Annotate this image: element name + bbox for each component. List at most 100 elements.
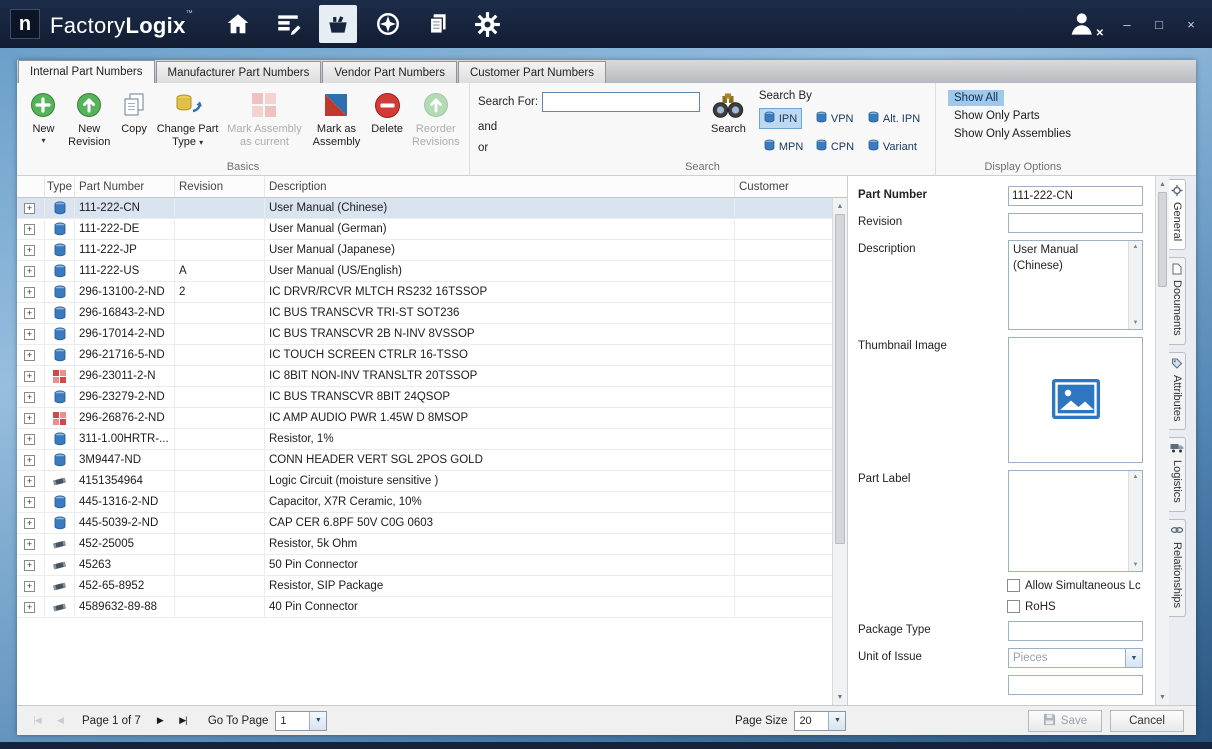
search-by-variant[interactable]: Variant [863,136,922,157]
search-by-ipn[interactable]: IPN [759,108,802,129]
table-row[interactable]: +111-222-CNUser Manual (Chinese) [17,198,832,219]
description-scrollbar[interactable]: ▲▼ [1128,241,1142,329]
reorder-revisions-button[interactable]: Reorder Revisions [409,87,463,157]
checkbox-box[interactable] [1007,600,1020,613]
table-row[interactable]: +111-222-USAUser Manual (US/English) [17,261,832,282]
part-number-column-header[interactable]: Part Number [75,176,175,197]
home-icon[interactable] [219,5,257,43]
tab-vendor-part-numbers[interactable]: Vendor Part Numbers [322,61,457,83]
row-expand-button[interactable]: + [17,408,45,428]
table-row[interactable]: +296-26876-2-NDIC AMP AUDIO PWR 1.45W D … [17,408,832,429]
table-row[interactable]: +311-1.00HRTR-...Resistor, 1% [17,429,832,450]
first-page-button[interactable]: |◀ [27,711,47,731]
dropdown-arrow-icon[interactable]: ▼ [1125,649,1142,667]
search-by-cpn[interactable]: CPN [811,136,859,157]
row-expand-button[interactable]: + [17,555,45,575]
delete-button[interactable]: Delete [368,87,407,157]
description-column-header[interactable]: Description [265,176,735,197]
maximize-button[interactable]: □ [1152,17,1166,32]
revision-column-header[interactable]: Revision [175,176,265,197]
settings-gear-icon[interactable] [469,5,507,43]
copy-button[interactable]: Copy [117,87,152,157]
row-expand-button[interactable]: + [17,324,45,344]
customer-column-header[interactable]: Customer [735,176,832,197]
table-row[interactable]: +296-13100-2-ND2IC DRVR/RCVR MLTCH RS232… [17,282,832,303]
side-tab-documents[interactable]: Documents [1169,257,1186,345]
row-expand-button[interactable]: + [17,513,45,533]
thumbnail-image-box[interactable] [1008,337,1143,463]
row-expand-button[interactable]: + [17,387,45,407]
new-revision-button[interactable]: New Revision [64,87,115,157]
side-tab-logistics[interactable]: Logistics [1169,437,1186,512]
row-expand-button[interactable]: + [17,597,45,617]
mark-assembly-current-button[interactable]: Mark Assembly as current [224,87,306,157]
table-row[interactable]: +452-65-8952Resistor, SIP Package [17,576,832,597]
part-label-textarea[interactable]: ▲▼ [1008,470,1143,572]
save-button[interactable]: Save [1028,710,1102,732]
mark-as-assembly-button[interactable]: Mark as Assembly [307,87,365,157]
documents-icon[interactable] [419,5,457,43]
panel-scroll-thumb[interactable] [1158,192,1167,287]
unit-of-issue-select[interactable]: Pieces ▼ [1008,648,1143,668]
rohs-checkbox[interactable]: RoHS [1007,600,1143,613]
table-row[interactable]: +445-5039-2-NDCAP CER 6.8PF 50V C0G 0603 [17,513,832,534]
new-dropdown-caret[interactable]: ▾ [41,137,45,145]
tab-manufacturer-part-numbers[interactable]: Manufacturer Part Numbers [156,61,322,83]
row-expand-button[interactable]: + [17,492,45,512]
table-row[interactable]: +296-17014-2-NDIC BUS TRANSCVR 2B N-INV … [17,324,832,345]
row-expand-button[interactable]: + [17,219,45,239]
change-part-type-button[interactable]: Change Part Type ▾ [154,87,222,157]
page-size-select[interactable]: 20 ▼ [794,711,846,731]
show-only-assemblies-option[interactable]: Show Only Assemblies [948,126,1077,142]
dropdown-arrow-icon[interactable]: ▼ [309,712,326,730]
table-row[interactable]: +296-23011-2-NIC 8BIT NON-INV TRANSLTR 2… [17,366,832,387]
side-tab-general[interactable]: General [1169,179,1186,250]
row-expand-button[interactable]: + [17,429,45,449]
side-tab-attributes[interactable]: Attributes [1169,352,1186,430]
clipped-field[interactable] [1008,675,1143,695]
grid-scroll-thumb[interactable] [835,214,845,544]
checkbox-box[interactable] [1007,579,1020,592]
search-by-alt-ipn[interactable]: Alt. IPN [863,108,925,129]
show-only-parts-option[interactable]: Show Only Parts [948,108,1046,124]
revision-input[interactable] [1008,213,1143,233]
parts-library-icon[interactable] [319,5,357,43]
table-row[interactable]: +3M9447-NDCONN HEADER VERT SGL 2POS GOLD [17,450,832,471]
close-button[interactable]: × [1184,17,1198,32]
detail-panel-scrollbar[interactable]: ▲ ▼ [1155,176,1169,705]
go-to-page-select[interactable]: 1 ▼ [275,711,327,731]
type-column-header[interactable]: Type [45,176,75,197]
change-part-type-caret[interactable]: ▾ [199,138,203,147]
table-row[interactable]: +4526350 Pin Connector [17,555,832,576]
table-row[interactable]: +296-23279-2-NDIC BUS TRANSCVR 8BIT 24QS… [17,387,832,408]
row-expand-button[interactable]: + [17,534,45,554]
row-expand-button[interactable]: + [17,576,45,596]
part-number-input[interactable] [1008,186,1143,206]
search-button[interactable]: Search [710,87,747,157]
table-row[interactable]: +296-21716-5-NDIC TOUCH SCREEN CTRLR 16-… [17,345,832,366]
row-expand-button[interactable]: + [17,450,45,470]
table-row[interactable]: +111-222-DEUser Manual (German) [17,219,832,240]
minimize-button[interactable]: – [1120,17,1134,32]
search-by-mpn[interactable]: MPN [759,136,808,157]
row-expand-button[interactable]: + [17,261,45,281]
description-textarea[interactable]: User Manual (Chinese) ▲▼ [1008,240,1143,330]
package-type-input[interactable] [1008,621,1143,641]
new-button[interactable]: New ▾ [25,87,62,157]
scroll-down-arrow[interactable]: ▼ [833,690,847,704]
cancel-button[interactable]: Cancel [1110,710,1184,732]
search-by-vpn[interactable]: VPN [811,108,859,129]
side-tab-relationships[interactable]: Relationships [1169,519,1186,617]
tab-customer-part-numbers[interactable]: Customer Part Numbers [458,61,606,83]
scroll-up-arrow[interactable]: ▲ [833,199,847,213]
row-expand-button[interactable]: + [17,471,45,491]
table-row[interactable]: +452-25005Resistor, 5k Ohm [17,534,832,555]
show-all-option[interactable]: Show All [948,90,1004,106]
previous-page-button[interactable]: ◀ [50,711,70,731]
allow-simultaneous-checkbox[interactable]: Allow Simultaneous Lc [1007,579,1143,592]
row-expand-button[interactable]: + [17,345,45,365]
row-expand-button[interactable]: + [17,282,45,302]
part-label-scrollbar[interactable]: ▲▼ [1128,471,1142,571]
row-expand-button[interactable]: + [17,366,45,386]
row-expand-button[interactable]: + [17,240,45,260]
